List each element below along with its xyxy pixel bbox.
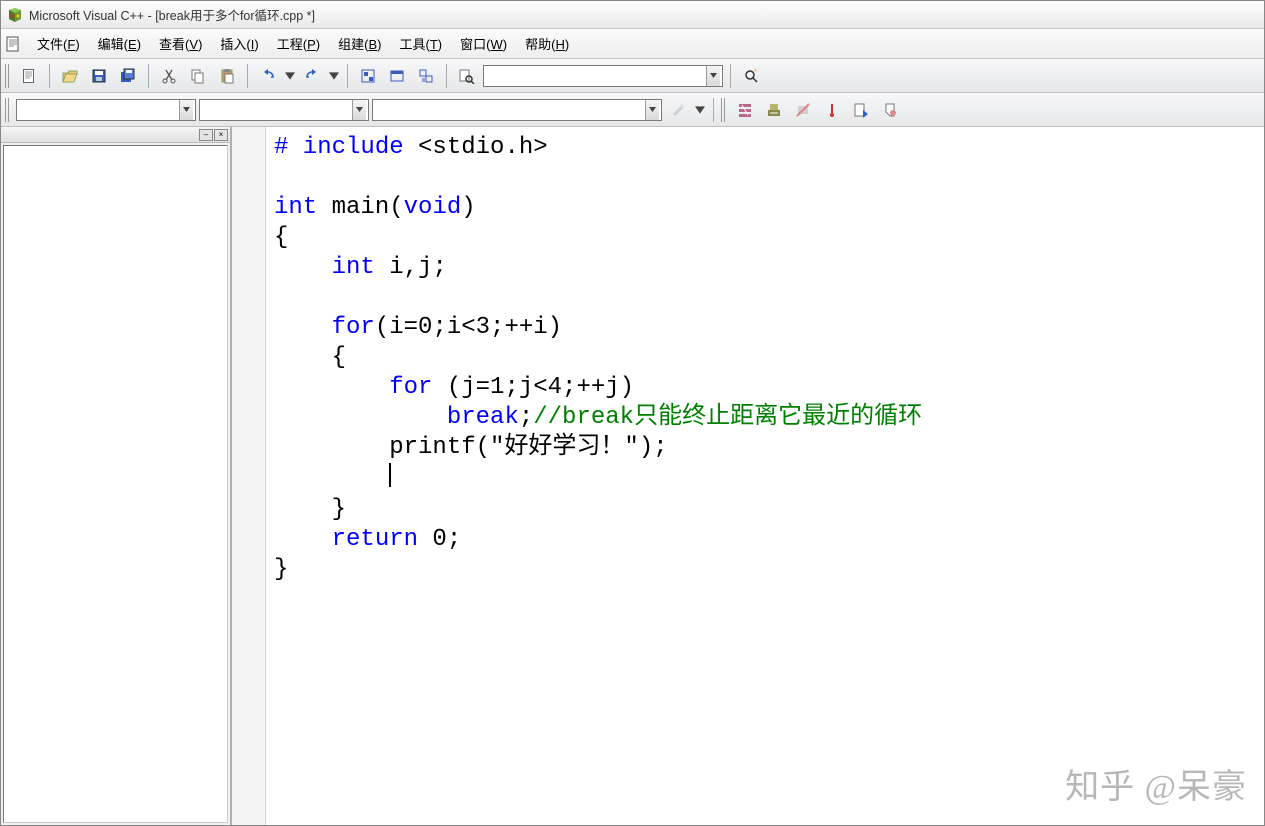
toolbar-grip[interactable] (721, 98, 727, 122)
chevron-down-icon[interactable] (352, 100, 366, 120)
undo-button[interactable] (255, 63, 281, 89)
find-button[interactable] (738, 63, 764, 89)
menu-insert[interactable]: 插入(I) (212, 30, 266, 57)
wizard-dropdown[interactable] (694, 97, 706, 123)
new-text-button[interactable] (16, 63, 42, 89)
menu-tools[interactable]: 工具(T) (391, 30, 450, 57)
menu-window[interactable]: 窗口(W) (452, 30, 515, 57)
separator (446, 64, 447, 88)
chevron-down-icon[interactable] (706, 66, 720, 86)
menu-view[interactable]: 查看(V) (151, 30, 210, 57)
editor-container: # include <stdio.h> int main(void){ int … (232, 127, 1264, 825)
window-list-button[interactable] (413, 63, 439, 89)
menu-edit[interactable]: 编辑(E) (90, 30, 149, 57)
menu-build[interactable]: 组建(B) (330, 30, 389, 57)
filter-combo[interactable] (199, 99, 369, 121)
separator (730, 64, 731, 88)
redo-dropdown[interactable] (328, 63, 340, 89)
cut-button[interactable] (156, 63, 182, 89)
separator (49, 64, 50, 88)
separator (713, 98, 714, 122)
class-combo[interactable] (16, 99, 196, 121)
go-button[interactable] (848, 97, 874, 123)
open-button[interactable] (57, 63, 83, 89)
workspace-button[interactable] (355, 63, 381, 89)
insert-breakpoint-button[interactable] (877, 97, 903, 123)
wizard-action-button (665, 97, 691, 123)
document-icon (5, 36, 21, 52)
toolbar-grip[interactable] (5, 98, 11, 122)
build-button[interactable] (761, 97, 787, 123)
save-all-button[interactable] (115, 63, 141, 89)
toolbar-standard (1, 59, 1264, 93)
workspace-panel: – × (1, 127, 232, 825)
chevron-down-icon[interactable] (179, 100, 193, 120)
toolbar-grip[interactable] (5, 64, 11, 88)
main-area: – × # include <stdio.h> int main(void){ … (1, 127, 1264, 825)
panel-header: – × (1, 127, 230, 143)
separator (347, 64, 348, 88)
save-button[interactable] (86, 63, 112, 89)
menu-project[interactable]: 工程(P) (269, 30, 328, 57)
editor-gutter (232, 127, 266, 825)
paste-button[interactable] (214, 63, 240, 89)
stop-build-button (790, 97, 816, 123)
menu-help[interactable]: 帮助(H) (517, 30, 577, 57)
chevron-down-icon[interactable] (645, 100, 659, 120)
app-icon (7, 7, 23, 23)
copy-button[interactable] (185, 63, 211, 89)
panel-minimize-button[interactable]: – (199, 129, 213, 141)
find-combo[interactable] (483, 65, 723, 87)
toolbar-wizardbar (1, 93, 1264, 127)
separator (247, 64, 248, 88)
code-editor[interactable]: # include <stdio.h> int main(void){ int … (266, 127, 1264, 825)
menubar: 文件(F) 编辑(E) 查看(V) 插入(I) 工程(P) 组建(B) 工具(T… (1, 29, 1264, 59)
redo-button[interactable] (299, 63, 325, 89)
undo-dropdown[interactable] (284, 63, 296, 89)
output-button[interactable] (384, 63, 410, 89)
compile-button[interactable] (732, 97, 758, 123)
titlebar: Microsoft Visual C++ - [break用于多个for循环.c… (1, 1, 1264, 29)
member-combo[interactable] (372, 99, 662, 121)
separator (148, 64, 149, 88)
panel-close-button[interactable]: × (214, 129, 228, 141)
menu-file[interactable]: 文件(F) (29, 30, 88, 57)
execute-button[interactable] (819, 97, 845, 123)
find-in-files-button[interactable] (454, 63, 480, 89)
workspace-tree[interactable] (3, 145, 228, 823)
window-title: Microsoft Visual C++ - [break用于多个for循环.c… (29, 5, 315, 24)
